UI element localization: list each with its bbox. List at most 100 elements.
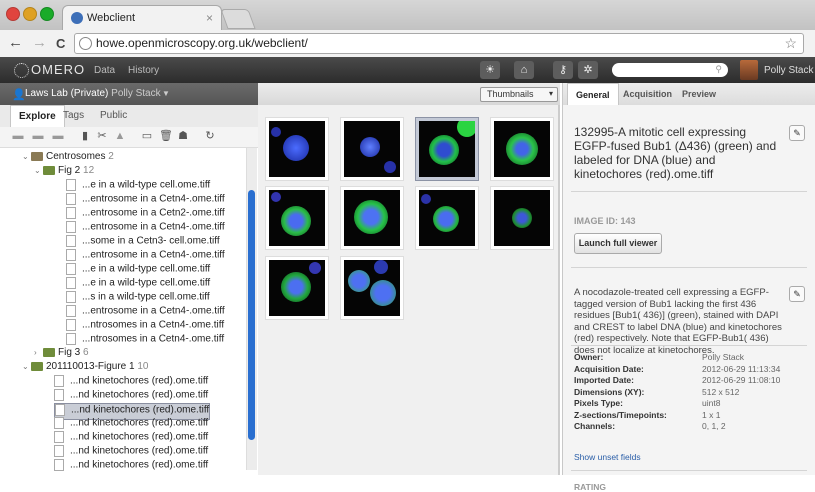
tree-item-label: ...ntrosomes in a Cetn4-.ome.tiff — [82, 333, 225, 345]
new-dataset-icon[interactable]: ▬ — [32, 131, 44, 142]
edit-title-pencil-icon[interactable]: ✎ — [789, 125, 805, 141]
forward-arrow-icon[interactable]: → — [32, 34, 47, 51]
home-icon[interactable]: ⌂ — [514, 61, 534, 79]
image-file-icon — [66, 277, 76, 289]
tree-image-item[interactable]: ...entrosome in a Cetn4-.ome.tiff — [66, 249, 225, 264]
zoom-window-button[interactable] — [40, 7, 54, 21]
thumbnail[interactable] — [490, 117, 554, 181]
scripts-icon[interactable]: ✲ — [578, 61, 598, 79]
close-tab-icon[interactable]: × — [206, 11, 213, 25]
tab-tags[interactable]: Tags — [63, 110, 84, 121]
search-icon[interactable]: ⚲ — [715, 64, 722, 75]
new-tab-button[interactable] — [220, 9, 256, 29]
tree-folder-item[interactable]: ⌄ 201110013-Figure 1 10 — [22, 361, 149, 376]
tree-item-label: Fig 2 — [58, 165, 81, 176]
copy-icon[interactable]: ▮ — [79, 131, 91, 142]
current-user-name[interactable]: Polly Stack — [764, 65, 813, 76]
edit-description-pencil-icon[interactable]: ✎ — [789, 286, 805, 302]
view-mode-select[interactable]: Thumbnails ▾ — [480, 87, 558, 102]
tab-general[interactable]: General — [567, 83, 619, 106]
tree-image-item[interactable]: ...entrosome in a Cetn4-.ome.tiff — [66, 193, 225, 208]
tree-image-item[interactable]: ...nd kinetochores (red).ome.tiff — [54, 445, 208, 460]
thumbnail[interactable] — [265, 117, 329, 181]
thumbnail[interactable] — [490, 186, 554, 250]
image-file-icon — [66, 263, 76, 275]
thumbnail[interactable] — [340, 256, 404, 320]
tree-toggle-icon[interactable]: ⌄ — [22, 152, 31, 161]
back-arrow-icon[interactable]: ← — [8, 34, 23, 51]
tree-image-item[interactable]: ...nd kinetochores (red).ome.tiff — [54, 375, 208, 390]
omero-logo-text[interactable]: OMERO — [31, 62, 85, 77]
metadata-row: Imported Date: 2012-06-29 11:08:10 — [574, 375, 804, 386]
launch-full-viewer-button[interactable]: Launch full viewer — [574, 233, 662, 254]
paste-icon[interactable]: ▲ — [114, 131, 126, 142]
tree-item-label: ...some in a Cetn3- cell.ome.tiff — [82, 235, 220, 247]
tree-toggle-icon[interactable]: ⌄ — [22, 362, 31, 371]
thumbnail[interactable] — [265, 186, 329, 250]
tree-image-item[interactable]: ...some in a Cetn3- cell.ome.tiff — [66, 235, 220, 250]
key-settings-icon[interactable]: ⚷ — [553, 61, 573, 79]
group-switcher[interactable]: 👤 Laws Lab (Private) Polly Stack ▼ — [0, 83, 258, 105]
tree-folder-item[interactable]: ⌄ Centrosomes 2 — [22, 151, 114, 166]
center-scroll-track[interactable] — [558, 105, 560, 475]
reload-icon[interactable]: C — [56, 36, 65, 51]
avatar[interactable] — [740, 60, 758, 80]
tree-scrollbar-thumb[interactable] — [248, 190, 255, 440]
thumbnail[interactable] — [265, 256, 329, 320]
tree-scrollbar[interactable] — [246, 148, 257, 470]
tree-folder-item[interactable]: ⌄ Fig 2 12 — [34, 165, 94, 180]
bookmark-star-icon[interactable]: ☆ — [784, 35, 797, 52]
tree-image-item[interactable]: ...e in a wild-type cell.ome.tiff — [66, 263, 210, 278]
group-name: Laws Lab (Private) Polly Stack — [25, 88, 161, 99]
browser-tab-webclient[interactable]: Webclient × — [62, 5, 222, 31]
tips-lightbulb-icon[interactable]: ☀ — [480, 61, 500, 79]
tree-toggle-icon[interactable]: › — [34, 348, 43, 357]
tree-image-item[interactable]: ...nd kinetochores (red).ome.tiff — [54, 389, 208, 404]
remove-icon[interactable]: ▭ — [141, 131, 153, 142]
tree-image-item[interactable]: ...entrosome in a Cetn2-.ome.tiff — [66, 207, 225, 222]
image-file-icon — [66, 235, 76, 247]
tree-action-bar: ▬ ▬ ▬ ▮ ✂ ▲ ▭ 🗑 ☗ ↻ — [0, 127, 258, 148]
search-input[interactable]: ⚲ — [612, 63, 728, 77]
new-screen-icon[interactable]: ▬ — [52, 131, 64, 142]
divider — [571, 191, 807, 192]
thumbnail-image — [269, 121, 325, 177]
tree-toggle-icon[interactable]: ⌄ — [34, 166, 43, 175]
minimize-window-button[interactable] — [23, 7, 37, 21]
thumbnail[interactable] — [340, 186, 404, 250]
tree-item-label: Fig 3 — [58, 347, 81, 358]
tree-image-item[interactable]: ...ntrosomes in a Cetn4-.ome.tiff — [66, 333, 224, 348]
menu-data[interactable]: Data — [94, 65, 115, 76]
page-info-icon[interactable] — [79, 37, 92, 50]
tree-image-item[interactable]: ...ntrosomes in a Cetn4-.ome.tiff — [66, 319, 224, 334]
refresh-icon[interactable]: ↻ — [204, 131, 216, 142]
metadata-value: uint8 — [702, 398, 721, 408]
tab-explore[interactable]: Explore — [10, 105, 65, 127]
tree-image-item[interactable]: ...nd kinetochores (red).ome.tiff — [54, 459, 208, 474]
thumbnail-selected[interactable] — [415, 117, 479, 181]
new-project-icon[interactable]: ▬ — [12, 131, 24, 142]
close-window-button[interactable] — [6, 7, 20, 21]
tree-image-item[interactable]: ...entrosome in a Cetn4-.ome.tiff — [66, 305, 225, 320]
thumbnail[interactable] — [340, 117, 404, 181]
tree-image-item[interactable]: ...nd kinetochores (red).ome.tiff — [54, 417, 208, 432]
show-unset-fields-link[interactable]: Show unset fields — [574, 452, 641, 462]
tab-preview[interactable]: Preview — [682, 89, 716, 99]
tree-folder-item[interactable]: › Fig 3 6 — [34, 347, 89, 362]
tab-acquisition[interactable]: Acquisition — [623, 89, 672, 99]
cut-icon[interactable]: ✂ — [96, 131, 108, 142]
metadata-value: 512 x 512 — [702, 386, 740, 397]
tree-item-label: ...entrosome in a Cetn2-.ome.tiff — [82, 207, 225, 219]
tree-image-item[interactable]: ...nd kinetochores (red).ome.tiff — [54, 431, 208, 446]
address-bar[interactable]: howe.openmicroscopy.org.uk/webclient/ ☆ — [74, 33, 804, 54]
tree-image-item[interactable]: ...s in a wild-type cell.ome.tiff — [66, 291, 210, 306]
delete-icon[interactable]: 🗑 — [159, 131, 173, 142]
chgrp-icon[interactable]: ☗ — [177, 131, 189, 142]
tree-image-item[interactable]: ...e in a wild-type cell.ome.tiff — [66, 179, 210, 194]
thumbnail[interactable] — [415, 186, 479, 250]
chevron-down-icon[interactable]: ▼ — [162, 89, 170, 98]
tab-public[interactable]: Public — [100, 110, 127, 121]
tree-image-item[interactable]: ...entrosome in a Cetn4-.ome.tiff — [66, 221, 225, 236]
tree-image-item[interactable]: ...e in a wild-type cell.ome.tiff — [66, 277, 210, 292]
menu-history[interactable]: History — [128, 65, 159, 76]
